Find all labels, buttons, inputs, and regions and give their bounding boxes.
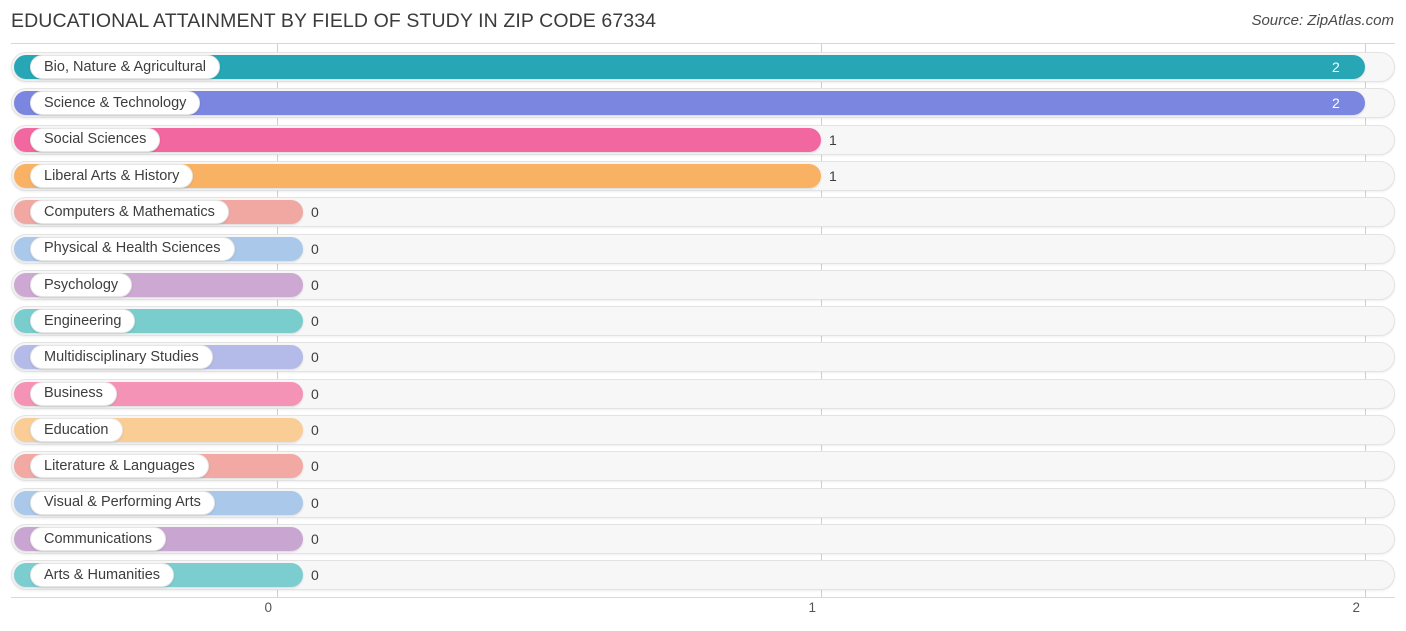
value-label: 2: [1332, 95, 1340, 112]
value-label: 0: [311, 422, 319, 438]
category-label: Visual & Performing Arts: [44, 494, 201, 511]
value-label: 0: [311, 240, 319, 257]
bar-row: Psychology 0: [11, 269, 1395, 300]
category-label-pill: Communications: [30, 526, 166, 551]
category-label-pill: Liberal Arts & History: [30, 163, 194, 188]
category-label-pill: Engineering: [30, 309, 136, 334]
chart-header: EDUCATIONAL ATTAINMENT BY FIELD OF STUDY…: [0, 0, 1406, 44]
category-label-pill: Business: [30, 381, 117, 406]
category-label: Liberal Arts & History: [44, 167, 180, 184]
category-label: Education: [44, 421, 109, 438]
category-label: Science & Technology: [44, 95, 187, 112]
plot-area: Bio, Nature & Agricultural 2 Science & Tec…: [0, 44, 1406, 597]
page-title: EDUCATIONAL ATTAINMENT BY FIELD OF STUDY…: [11, 10, 657, 32]
category-label-pill: Visual & Performing Arts: [30, 490, 215, 515]
category-label-pill: Social Sciences: [30, 127, 161, 152]
x-axis: 0 1 2: [0, 597, 1406, 631]
bar-row: Business 0: [11, 378, 1395, 409]
value-label: 0: [311, 313, 319, 330]
category-label-pill: Arts & Humanities: [30, 563, 175, 588]
value-label: 0: [311, 494, 319, 511]
category-label: Social Sciences: [44, 131, 147, 148]
axis-tick-label: 2: [1352, 600, 1360, 615]
bar-row: Liberal Arts & History 1: [11, 160, 1395, 191]
bar-row: Multidisciplinary Studies 0: [11, 342, 1395, 373]
chart-page: EDUCATIONAL ATTAINMENT BY FIELD OF STUDY…: [0, 0, 1406, 631]
value-label: 1: [829, 167, 837, 184]
category-label: Multidisciplinary Studies: [44, 349, 199, 366]
bar-row: Physical & Health Sciences 0: [11, 233, 1395, 264]
axis-tick-label: 1: [808, 600, 816, 615]
source-attribution: Source: ZipAtlas.com: [1251, 12, 1394, 29]
category-label: Physical & Health Sciences: [44, 240, 221, 257]
category-label: Business: [44, 385, 103, 402]
category-label-pill: Education: [30, 418, 123, 442]
category-label-pill: Science & Technology: [30, 91, 201, 116]
bar-row: Arts & Humanities 0: [11, 560, 1395, 591]
category-label: Psychology: [44, 276, 119, 293]
value-label: 0: [311, 385, 319, 402]
value-bar[interactable]: [14, 91, 1365, 116]
category-label-pill: Bio, Nature & Agricultural: [30, 55, 220, 79]
value-label: 0: [311, 204, 319, 221]
value-label: 0: [311, 458, 319, 475]
value-label: 0: [311, 276, 319, 293]
value-label: 2: [1332, 59, 1340, 75]
bar-row: Communications 0: [11, 523, 1395, 554]
category-label: Communications: [44, 530, 152, 547]
category-label-pill: Physical & Health Sciences: [30, 236, 235, 261]
bar-row: Science & Technology 2: [11, 88, 1395, 119]
category-label: Bio, Nature & Agricultural: [44, 58, 206, 75]
bar-row: Literature & Languages 0: [11, 451, 1395, 482]
category-label-pill: Computers & Mathematics: [30, 200, 229, 225]
axis-divider: [11, 597, 1395, 598]
axis-tick-label: 0: [264, 600, 272, 615]
value-label: 0: [311, 530, 319, 547]
bar-row: Social Sciences 1: [11, 124, 1395, 155]
category-label: Computers & Mathematics: [44, 203, 215, 220]
bar-row: Engineering 0: [11, 306, 1395, 337]
bar-row: Bio, Nature & Agricultural 2: [11, 52, 1395, 82]
bar-row: Computers & Mathematics 0: [11, 197, 1395, 228]
category-label: Literature & Languages: [44, 458, 195, 475]
category-label: Engineering: [44, 312, 122, 329]
category-label: Arts & Humanities: [44, 566, 161, 583]
category-label-pill: Literature & Languages: [30, 454, 209, 479]
category-label-pill: Multidisciplinary Studies: [30, 345, 213, 370]
bar-row: Visual & Performing Arts 0: [11, 487, 1395, 518]
category-label-pill: Psychology: [30, 272, 133, 297]
value-label: 0: [311, 349, 319, 366]
value-label: 0: [311, 567, 319, 584]
value-label: 1: [829, 131, 837, 148]
bar-row: Education 0: [11, 415, 1395, 445]
